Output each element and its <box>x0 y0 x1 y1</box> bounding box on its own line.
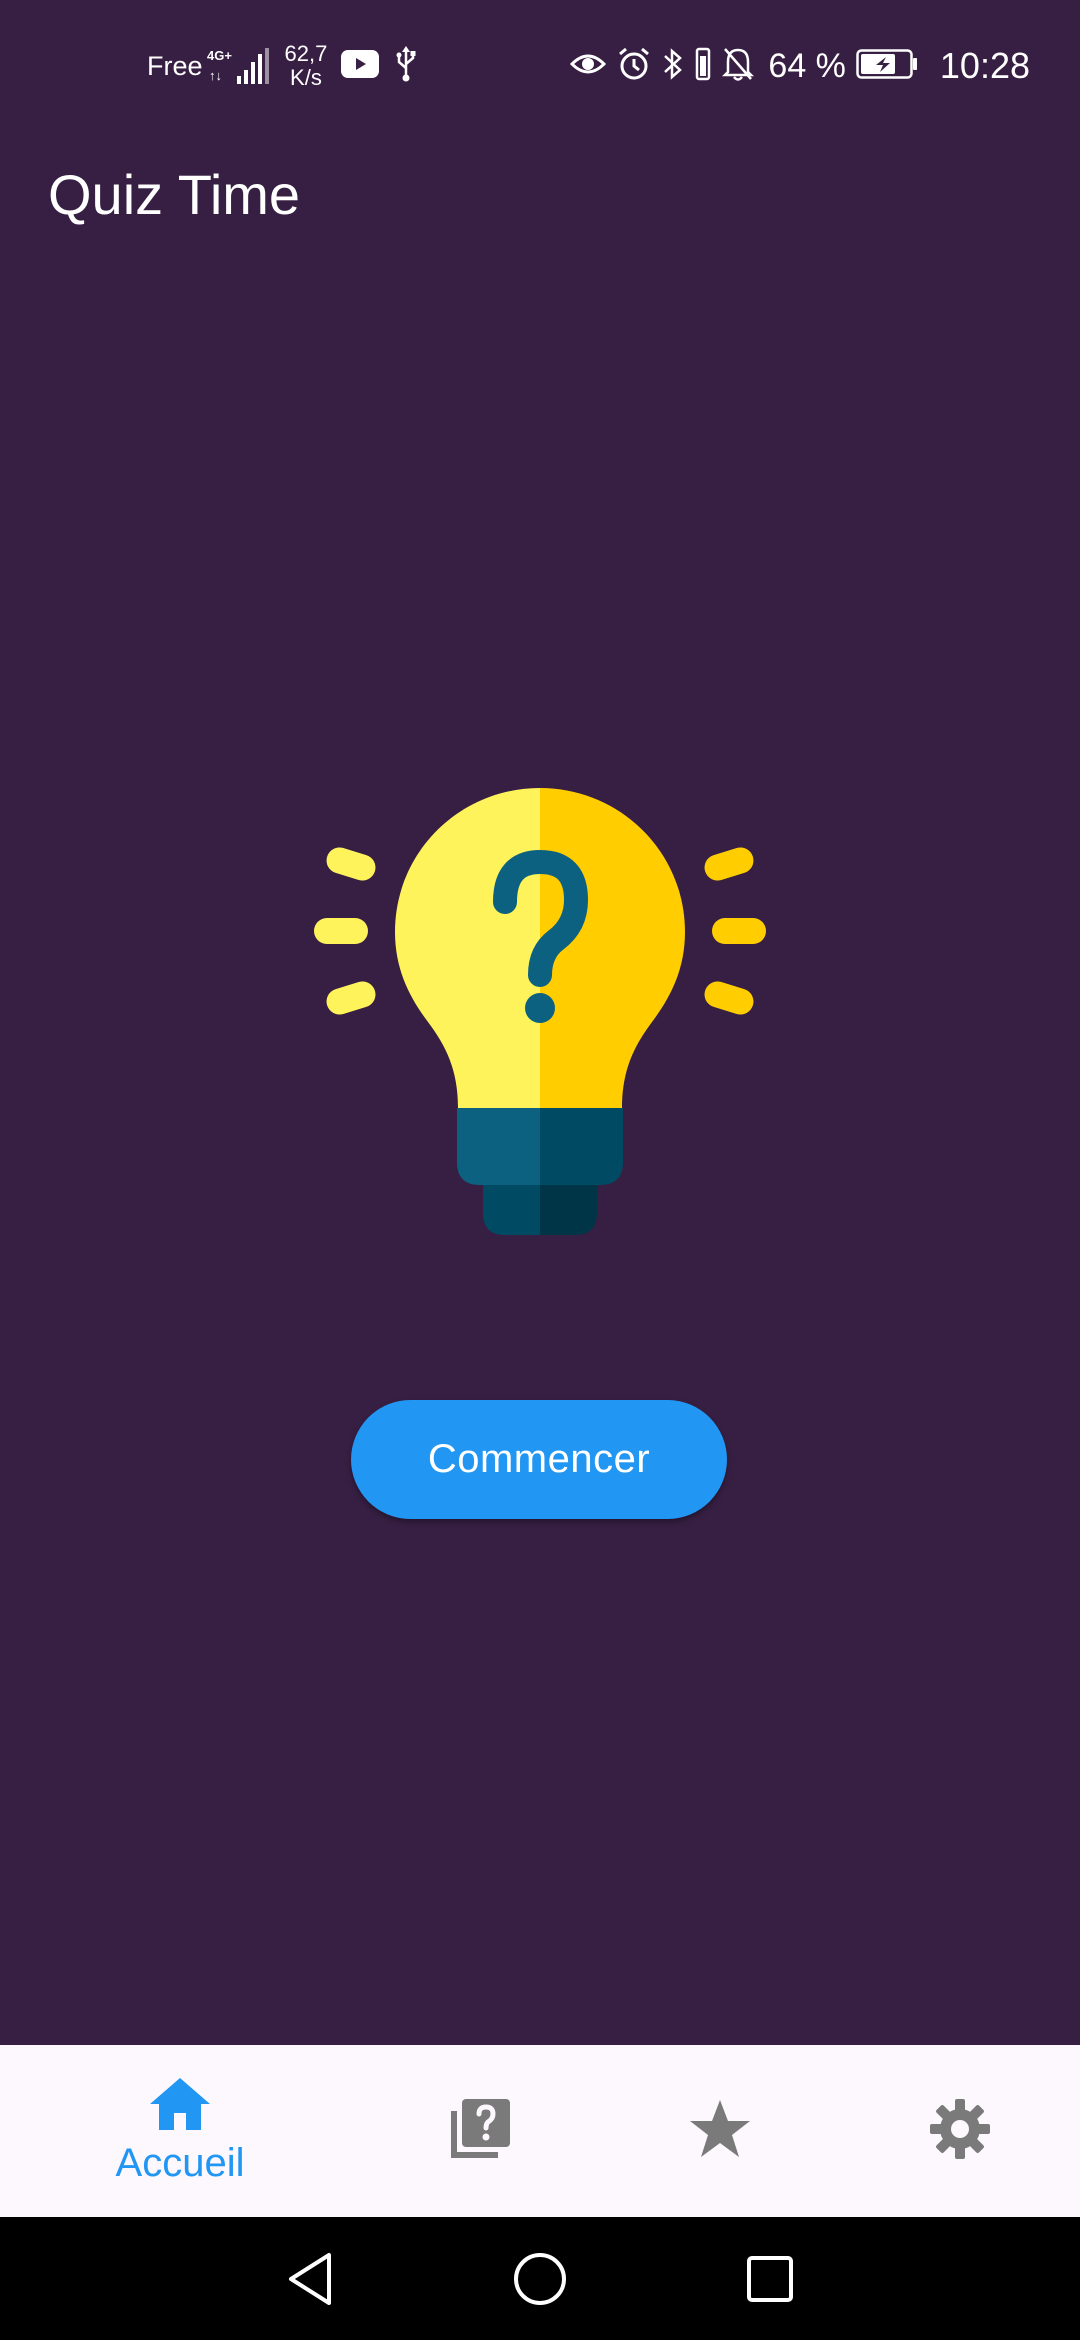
nav-label-home: Accueil <box>115 2141 245 2185</box>
start-button[interactable]: Commencer <box>351 1400 727 1519</box>
nav-item-home[interactable]: Accueil <box>80 2045 280 2217</box>
usb-icon <box>395 45 417 87</box>
quiz-icon <box>448 2097 512 2166</box>
nav-item-settings[interactable] <box>860 2045 1060 2217</box>
svg-text:↑↓: ↑↓ <box>209 68 222 83</box>
svg-text:4G+: 4G+ <box>207 48 232 63</box>
nav-item-favorites[interactable] <box>620 2045 820 2217</box>
mute-icon <box>722 46 755 87</box>
clock: 10:28 <box>939 45 1030 86</box>
app-title: Quiz Time <box>48 163 301 226</box>
back-icon[interactable] <box>278 2247 342 2311</box>
recents-icon[interactable] <box>738 2247 802 2311</box>
youtube-icon <box>341 49 380 83</box>
nav-item-quiz[interactable] <box>380 2045 580 2217</box>
bottom-navigation: Accueil <box>0 2045 1080 2217</box>
home-circle-icon[interactable] <box>508 2247 572 2311</box>
bluetooth-icon <box>662 46 684 87</box>
carrier-label: Free <box>147 50 203 81</box>
alarm-icon <box>616 46 652 87</box>
speed-unit: K/s <box>290 65 322 90</box>
battery-icon <box>856 48 918 84</box>
speed-value: 62,7 <box>284 41 328 66</box>
home-icon <box>148 2076 212 2137</box>
gear-icon <box>928 2097 992 2166</box>
eye-icon <box>570 50 607 83</box>
network-speed: 62,7 K/s <box>285 42 328 90</box>
star-icon <box>688 2097 752 2166</box>
battery-percent: 64 % <box>768 46 846 85</box>
vibrate-icon <box>694 46 712 87</box>
system-navigation-bar <box>0 2217 1080 2340</box>
status-bar-left: Free 4G+ ↑↓ 62,7 K/s <box>147 38 417 94</box>
status-bar: Free 4G+ ↑↓ 62,7 K/s 64 % 10:28 <box>0 0 1080 130</box>
lightbulb-question-icon <box>300 770 780 1250</box>
status-bar-right: 64 % 10:28 <box>570 38 1030 94</box>
signal-icon: 4G+ ↑↓ <box>207 46 271 86</box>
